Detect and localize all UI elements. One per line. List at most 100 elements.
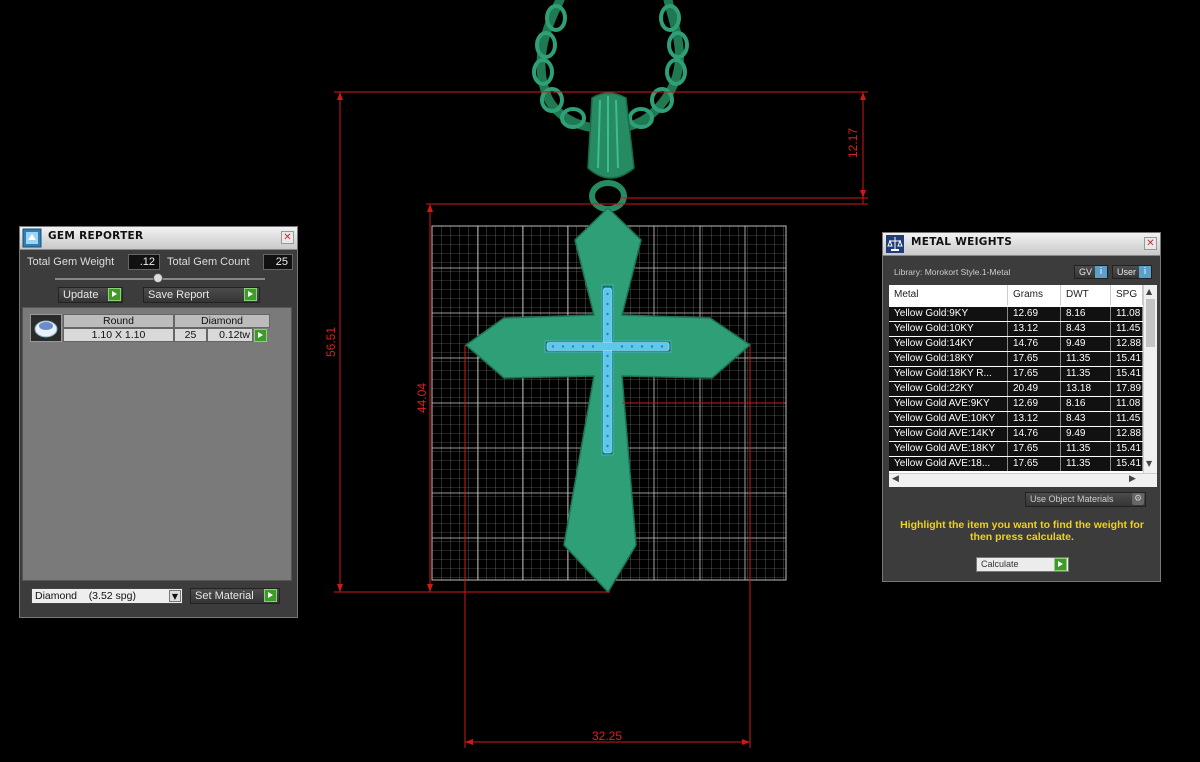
metal-cell-dwt: 8.16 [1061,307,1111,321]
material-select-value: Diamond (3.52 spg) [35,590,136,602]
metal-cell-metal: Yellow Gold AVE:9KY [889,397,1008,411]
save-report-play-icon[interactable] [244,288,257,301]
total-gem-weight-field: .12 [128,254,160,270]
metal-cell-spg: 15.41 [1111,457,1143,471]
metal-cell-metal: Yellow Gold AVE:10KY [889,412,1008,426]
metal-cell-spg: 11.45 [1111,412,1143,426]
metal-cell-grams: 17.65 [1008,367,1061,381]
gem-reporter-titlebar[interactable]: GEM REPORTER ✕ [20,227,297,250]
metal-weights-hint: Highlight the item you want to find the … [900,519,1144,543]
metal-table-row[interactable]: Yellow Gold:18KY R... 17.65 11.35 15.41 [889,367,1143,382]
metal-cell-grams: 17.65 [1008,352,1061,366]
scale-icon [886,235,904,253]
metal-table-row[interactable]: Yellow Gold:10KY 13.12 8.43 11.45 [889,322,1143,337]
gem-weight-cell: 0.12tw [207,328,253,342]
metal-weights-close-icon[interactable]: ✕ [1144,237,1157,250]
metal-cell-metal: Yellow Gold:18KY R... [889,367,1008,381]
total-gem-count-label: Total Gem Count [167,256,250,268]
metal-table-row[interactable]: Yellow Gold AVE:14KY 14.76 9.49 12.88 [889,427,1143,442]
metal-cell-spg: 11.08 [1111,397,1143,411]
metal-cell-spg: 11.45 [1111,322,1143,336]
metal-cell-spg: 17.89 [1111,382,1143,396]
metal-cell-dwt: 8.16 [1061,397,1111,411]
dwt-column-header[interactable]: DWT [1061,285,1111,305]
metal-table-row[interactable]: Yellow Gold:18KY 17.65 11.35 15.41 [889,352,1143,367]
metal-weights-title: METAL WEIGHTS [911,236,1013,248]
metal-cell-metal: Yellow Gold:14KY [889,337,1008,351]
gem-reporter-panel: GEM REPORTER ✕ Total Gem Weight .12 Tota… [19,226,298,618]
save-report-button[interactable]: Save Report [143,287,260,303]
gem-row-play-icon[interactable] [254,329,267,342]
metal-cell-dwt: 11.35 [1061,352,1111,366]
metal-weights-panel: METAL WEIGHTS ✕ Library: Morokort Style.… [882,232,1161,582]
use-object-materials-toggle[interactable]: Use Object Materials [1025,492,1146,507]
dimension-total-height: 56.51 [324,326,339,358]
library-label: Library: Morokort Style.1-Metal [894,267,1011,277]
metal-table-row[interactable]: Yellow Gold:22KY 20.49 13.18 17.89 [889,382,1143,397]
metal-table-row[interactable]: Yellow Gold AVE:18KY 17.65 11.35 15.41 [889,442,1143,457]
metal-cell-grams: 13.12 [1008,412,1061,426]
scroll-right-icon[interactable]: ▶ [1129,474,1136,484]
gem-list-area: Round Diamond 1.10 X 1.10 25 0.12tw [22,307,292,581]
metal-cell-metal: Yellow Gold AVE:18KY [889,442,1008,456]
gear-icon[interactable]: ⚙ [1132,493,1144,505]
metal-table-hscrollbar[interactable]: ◀ ▶ [889,473,1157,487]
dimension-width: 32.25 [592,729,623,743]
scroll-down-icon[interactable]: ▼ [1146,459,1152,468]
metal-cell-metal: Yellow Gold AVE:14KY [889,427,1008,441]
update-play-icon[interactable] [108,288,121,301]
metal-cell-grams: 17.65 [1008,457,1061,471]
material-select[interactable]: Diamond (3.52 spg) ▼ [31,588,183,604]
metal-table-vscrollbar[interactable]: ▲ ▼ [1143,285,1157,473]
gem-material-header: Diamond [174,314,270,328]
metal-table-row[interactable]: Yellow Gold AVE:9KY 12.69 8.16 11.08 [889,397,1143,412]
metal-cell-grams: 14.76 [1008,427,1061,441]
metal-cell-grams: 12.69 [1008,307,1061,321]
gem-reporter-close-icon[interactable]: ✕ [281,231,294,244]
dimension-cross-height: 44.04 [415,382,430,414]
metal-cell-dwt: 11.35 [1061,442,1111,456]
gem-reporter-app-icon [22,228,42,248]
chevron-down-icon[interactable]: ▼ [169,590,181,602]
metal-rows: Yellow Gold:9KY 12.69 8.16 11.08 Yellow Gold… [889,307,1143,473]
metal-cell-dwt: 11.35 [1061,367,1111,381]
gem-shape-header: Round [63,314,174,328]
metal-table-row[interactable]: Yellow Gold AVE:18... 17.65 11.35 15.41 [889,457,1143,472]
metal-cell-spg: 12.88 [1111,427,1143,441]
metal-column-header[interactable]: Metal [889,285,1008,305]
gem-size-cell: 1.10 X 1.10 [63,328,174,342]
metal-table-row[interactable]: Yellow Gold:14KY 14.76 9.49 12.88 [889,337,1143,352]
calculate-play-icon[interactable] [1054,558,1067,571]
metal-table-row[interactable]: Yellow Gold:9KY 12.69 8.16 11.08 [889,307,1143,322]
metal-cell-grams: 17.65 [1008,442,1061,456]
metal-cell-grams: 13.12 [1008,322,1061,336]
metal-table[interactable]: Metal Grams DWT SPG Yellow Gold:9KY 12.69… [889,285,1157,487]
metal-cell-grams: 14.76 [1008,337,1061,351]
scroll-left-icon[interactable]: ◀ [892,474,899,484]
metal-cell-dwt: 8.43 [1061,322,1111,336]
metal-cell-dwt: 9.49 [1061,337,1111,351]
metal-cell-metal: Yellow Gold:10KY [889,322,1008,336]
metal-cell-spg: 15.41 [1111,442,1143,456]
metal-cell-grams: 12.69 [1008,397,1061,411]
dimension-bail-height: 12.17 [846,127,861,159]
grams-column-header[interactable]: Grams [1008,285,1061,305]
gem-count-cell: 25 [174,328,207,342]
gem-slider-handle[interactable] [153,273,163,283]
metal-cell-spg: 12.88 [1111,337,1143,351]
gem-reporter-title: GEM REPORTER [48,230,144,242]
metal-cell-spg: 15.41 [1111,352,1143,366]
user-info-icon[interactable]: i [1139,266,1151,278]
metal-cell-metal: Yellow Gold:18KY [889,352,1008,366]
spg-column-header[interactable]: SPG [1111,285,1143,305]
total-gem-count-field: 25 [263,254,293,270]
gem-thumbnail[interactable] [30,314,62,342]
scroll-thumb[interactable] [1146,299,1155,347]
scroll-up-icon[interactable]: ▲ [1146,287,1152,296]
metal-table-row[interactable]: Yellow Gold AVE:10KY 13.12 8.43 11.45 [889,412,1143,427]
metal-weights-titlebar[interactable]: METAL WEIGHTS ✕ [883,233,1160,256]
gv-info-icon[interactable]: i [1095,266,1107,278]
metal-cell-grams: 20.49 [1008,382,1061,396]
set-material-play-icon[interactable] [264,589,277,602]
total-gem-weight-label: Total Gem Weight [27,256,115,268]
